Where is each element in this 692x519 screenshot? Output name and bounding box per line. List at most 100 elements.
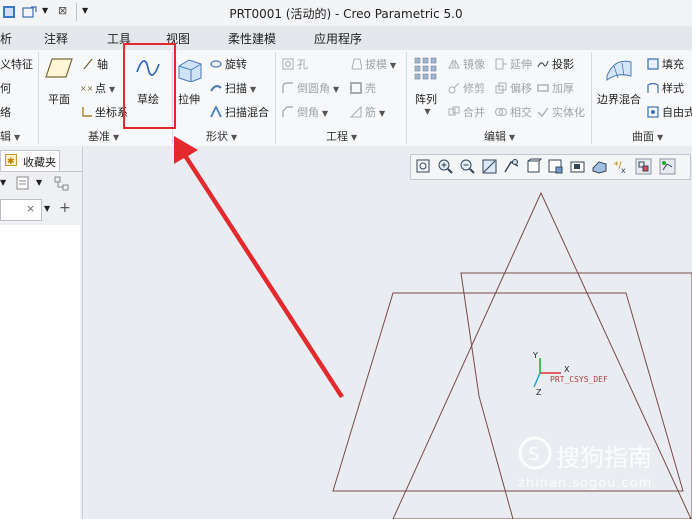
- intersect-command[interactable]: 相交: [495, 104, 532, 120]
- chamfer-command[interactable]: 倒角 ▼: [282, 104, 328, 120]
- chevron-down-icon[interactable]: ▼: [109, 85, 115, 94]
- extrude-button[interactable]: 拉伸: [174, 56, 204, 107]
- csys-y-label: Y: [532, 351, 538, 360]
- revolve-command[interactable]: 旋转: [210, 56, 247, 72]
- model-tree-content[interactable]: [0, 225, 80, 519]
- freeform-label: 自由式: [662, 106, 692, 119]
- star-icon: ✱: [5, 154, 17, 167]
- chevron-down-icon[interactable]: ▼: [0, 178, 6, 187]
- offset-command[interactable]: 偏移: [495, 80, 532, 96]
- draft-icon: [351, 58, 362, 70]
- fill-command[interactable]: 填充: [647, 56, 684, 72]
- group-separator: [38, 52, 39, 144]
- rib-command[interactable]: 筋 ▼: [350, 104, 385, 120]
- editing-group-label[interactable]: 编辑 ▼: [484, 128, 515, 144]
- pattern-label: 阵列: [415, 93, 437, 106]
- chevron-down-icon[interactable]: ▼: [413, 107, 442, 116]
- geometry-command[interactable]: 何: [0, 80, 11, 96]
- chamfer-icon: [282, 106, 293, 117]
- user-defined-feature-command[interactable]: 义特征: [0, 56, 33, 72]
- revolve-icon: [210, 60, 222, 68]
- draft-label: 拔模: [365, 58, 387, 71]
- highlight-box: [123, 43, 176, 129]
- extend-label: 延伸: [510, 58, 532, 71]
- offset-label: 偏移: [510, 82, 532, 95]
- list-icon[interactable]: [16, 176, 30, 190]
- title-bar: ▼ ⊠ ▼ PRT0001 (活动的) - Creo Parametric 5.…: [0, 0, 692, 27]
- project-command[interactable]: 投影: [537, 56, 574, 72]
- plane-icon: [45, 58, 73, 78]
- thicken-command[interactable]: 加厚: [537, 80, 574, 96]
- svg-text:S: S: [528, 444, 539, 465]
- swept-blend-command[interactable]: 扫描混合: [210, 104, 269, 120]
- project-label: 投影: [552, 58, 574, 71]
- csys-name-label[interactable]: PRT_CSYS_DEF: [550, 375, 608, 384]
- boundary-blend-button[interactable]: 边界混合: [596, 56, 642, 107]
- round-icon: [282, 82, 293, 93]
- mirror-command[interactable]: 镜像: [448, 56, 485, 72]
- sweep-command[interactable]: 扫描 ▼: [210, 80, 256, 96]
- tab-applications[interactable]: 应用程序: [314, 30, 362, 47]
- chevron-down-icon[interactable]: ▼: [44, 204, 50, 213]
- plane-button[interactable]: 平面: [42, 56, 76, 107]
- trim-icon: [448, 82, 460, 94]
- annotation-arrow: [174, 136, 344, 398]
- chevron-down-icon[interactable]: ▼: [322, 109, 328, 118]
- extrude-label: 拉伸: [178, 93, 200, 106]
- csys-command[interactable]: 坐标系: [80, 104, 128, 120]
- tree-search-input[interactable]: [0, 199, 42, 221]
- solidify-command[interactable]: 实体化: [537, 104, 585, 120]
- extend-icon: [495, 58, 507, 70]
- chevron-down-icon[interactable]: ▼: [390, 61, 396, 70]
- shell-icon: [350, 82, 362, 94]
- tab-flexible-modeling[interactable]: 柔性建模: [228, 30, 276, 47]
- chevron-down-icon[interactable]: ▼: [333, 85, 339, 94]
- round-command[interactable]: 倒圆角 ▼: [282, 80, 339, 96]
- chevron-down-icon[interactable]: ▼: [379, 109, 385, 118]
- tab-favorites[interactable]: ✱ 收藏夹: [0, 150, 60, 171]
- mirror-label: 镜像: [463, 58, 485, 71]
- style-command[interactable]: 样式: [647, 80, 684, 96]
- watermark-brand: 搜狗指南: [556, 444, 652, 472]
- svg-text:××: ××: [80, 84, 92, 93]
- boundary-blend-label: 边界混合: [597, 93, 641, 106]
- point-label: 点: [95, 82, 106, 95]
- watermark: S 搜狗指南 zhinan.sogou.com: [510, 430, 690, 500]
- thicken-icon: [537, 84, 549, 92]
- pattern-button[interactable]: 阵列 ▼: [410, 56, 442, 116]
- freeform-command[interactable]: 自由式: [647, 104, 692, 120]
- merge-command[interactable]: 合并: [448, 104, 485, 120]
- axis-label: 轴: [97, 58, 108, 71]
- datum-group-label[interactable]: 基准 ▼: [88, 128, 119, 144]
- hole-icon: [282, 58, 294, 70]
- point-command[interactable]: ×× 点 ▼: [80, 80, 115, 96]
- solidify-label: 实体化: [552, 106, 585, 119]
- chamfer-label: 倒角: [297, 106, 319, 119]
- add-icon[interactable]: +: [59, 200, 71, 216]
- chevron-down-icon[interactable]: ▼: [36, 178, 42, 187]
- revolve-label: 旋转: [225, 58, 247, 71]
- tab-analysis[interactable]: 析: [0, 30, 12, 47]
- shell-command[interactable]: 壳: [350, 80, 376, 96]
- group-separator: [406, 52, 407, 144]
- mirror-icon: [448, 59, 460, 69]
- network-command[interactable]: 络: [0, 104, 11, 120]
- draft-command[interactable]: 拔模 ▼: [350, 56, 396, 72]
- sogou-logo-icon: S: [518, 436, 552, 470]
- project-icon: [537, 60, 549, 68]
- chevron-down-icon[interactable]: ▼: [250, 85, 256, 94]
- style-icon: [647, 82, 659, 93]
- hole-command[interactable]: 孔: [282, 56, 308, 72]
- freeform-icon: [647, 106, 659, 118]
- trim-command[interactable]: 修剪: [448, 80, 485, 96]
- surfaces-group-label[interactable]: 曲面 ▼: [632, 128, 663, 144]
- clear-icon[interactable]: ×: [26, 202, 35, 215]
- thicken-label: 加厚: [552, 82, 574, 95]
- coordinate-system: Y X Z PRT_CSYS_DEF: [532, 351, 608, 397]
- tree-filter-icon[interactable]: [54, 176, 70, 192]
- tab-annotate[interactable]: 注释: [44, 30, 68, 47]
- rib-icon: [350, 106, 362, 118]
- merge-label: 合并: [463, 106, 485, 119]
- axis-command[interactable]: 轴: [82, 56, 108, 72]
- extend-command[interactable]: 延伸: [495, 56, 532, 72]
